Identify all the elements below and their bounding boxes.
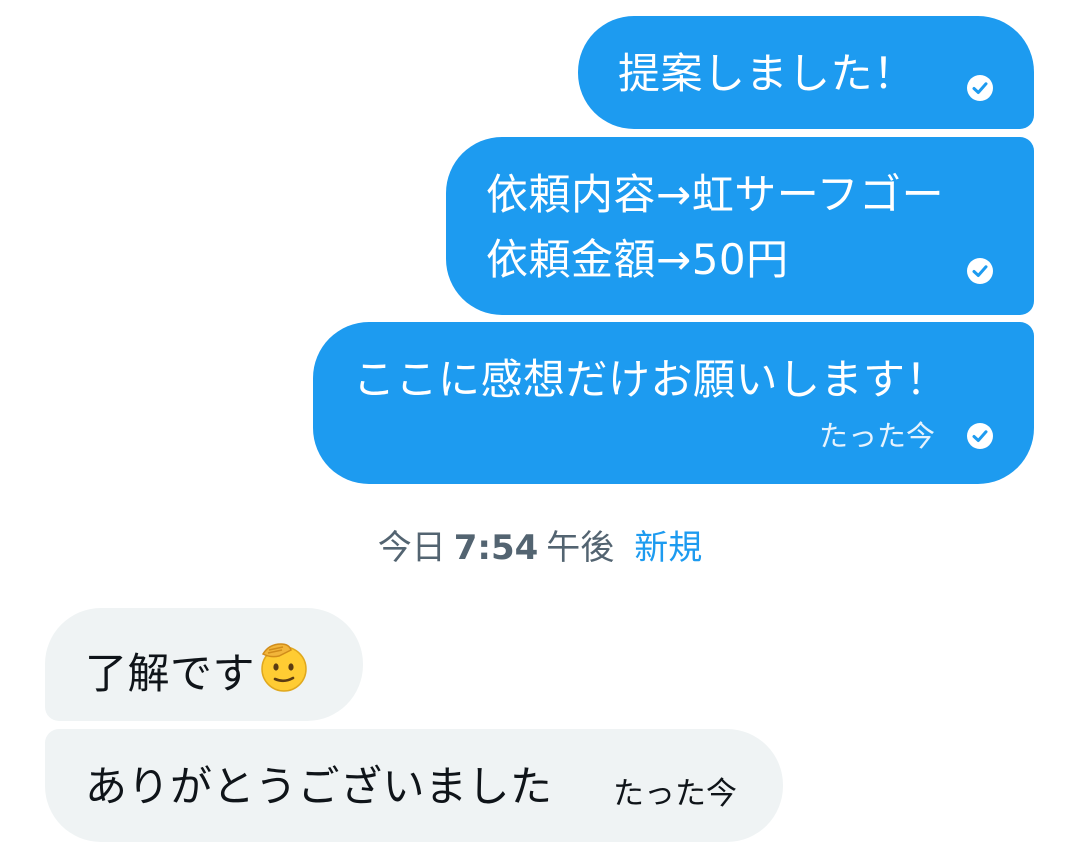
message-timestamp: たった今 [819,419,936,453]
message-text-content: 了解です [85,649,256,698]
saluting-face-icon [261,643,307,692]
received-message-bubble[interactable]: 了解です [45,608,363,721]
divider-time: 7:54 [453,528,539,568]
new-messages-label: 新規 [634,528,703,568]
received-message-bubble[interactable]: ありがとうございました たった今 [45,729,783,842]
check-circle-icon [967,258,993,284]
sent-message-bubble[interactable]: 依頼内容→虹サーフゴー 依頼金額→50円 [446,137,1034,315]
divider-day: 今日 [377,528,446,568]
date-divider: 今日 7:54 午後 新規 [0,522,1080,574]
message-text: 提案しました！ [618,49,916,98]
message-text-line: 依頼内容→虹サーフゴー [486,170,945,219]
dm-conversation: 提案しました！ 依頼内容→虹サーフゴー 依頼金額→50円 ここに感想だけお願いし… [0,0,1080,868]
sent-message-bubble[interactable]: 提案しました！ [578,16,1034,129]
message-text: ありがとうございました [85,762,553,811]
divider-ampm: 午後 [546,528,615,568]
message-timestamp: たった今 [613,776,737,812]
message-text: ここに感想だけお願いします！ [353,355,949,404]
sent-message-bubble[interactable]: ここに感想だけお願いします！ たった今 [313,322,1034,484]
check-circle-icon [967,75,993,101]
message-text: 了解です [85,638,311,702]
message-text-line: 依頼金額→50円 [486,235,789,284]
check-circle-icon [967,423,993,449]
